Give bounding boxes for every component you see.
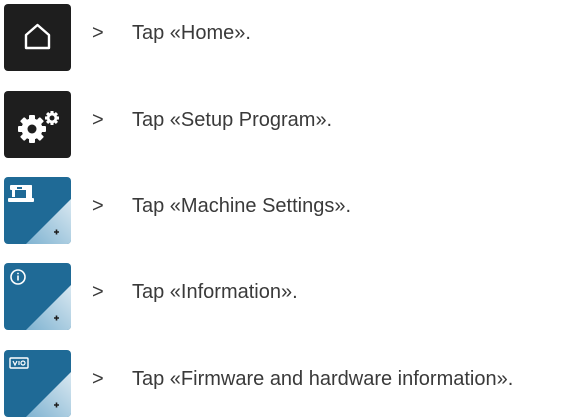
step-bullet: > <box>92 109 104 131</box>
home-button[interactable] <box>4 4 71 71</box>
step-bullet: > <box>92 195 104 217</box>
setup-program-button[interactable] <box>4 91 71 158</box>
step-machine-settings: > Tap «Machine Settings». <box>0 173 583 244</box>
firmware-hardware-button[interactable] <box>4 350 71 417</box>
step-bullet: > <box>92 22 104 44</box>
step-setup-program: > Tap «Setup Program». <box>0 87 583 158</box>
step-information: > Tap «Information». <box>0 259 583 330</box>
gears-icon <box>18 111 59 143</box>
version-icon <box>9 357 71 417</box>
step-bullet: > <box>92 281 104 303</box>
step-text: Tap «Machine Settings». <box>132 195 352 217</box>
machine-settings-button[interactable] <box>4 177 71 244</box>
info-icon <box>10 269 71 330</box>
step-firmware-hardware-info: > Tap «Firmware and hardware information… <box>0 346 583 417</box>
step-text: Tap «Setup Program». <box>132 109 333 131</box>
home-icon <box>24 23 51 50</box>
step-text: Tap «Information». <box>132 281 298 303</box>
step-text: Tap «Home». <box>132 22 251 44</box>
step-home: > Tap «Home». <box>0 0 583 71</box>
sewing-machine-icon <box>8 185 71 244</box>
information-button[interactable] <box>4 263 71 330</box>
step-bullet: > <box>92 368 104 390</box>
step-text: Tap «Firmware and hardware information». <box>132 368 514 390</box>
